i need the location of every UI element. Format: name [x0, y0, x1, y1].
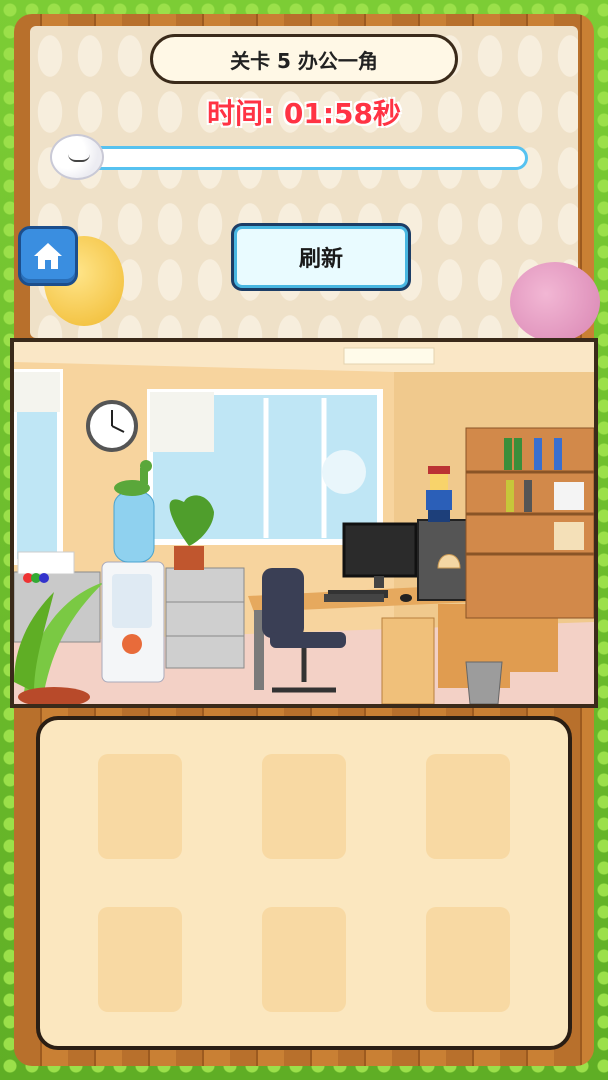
inventory-panel — [36, 716, 572, 1050]
inventory-grid — [98, 754, 510, 1012]
office-scene-art — [14, 342, 594, 704]
yarn-ball-purple — [510, 262, 600, 342]
inventory-slot-4[interactable] — [98, 907, 182, 1012]
sheep-icon — [50, 134, 104, 180]
level-title: 关卡 5 办公一角 — [150, 34, 458, 84]
inventory-slot-1[interactable] — [98, 754, 182, 859]
inventory-slot-2[interactable] — [262, 754, 346, 859]
refresh-button[interactable]: 刷新 — [234, 226, 408, 288]
inventory-slot-6[interactable] — [426, 907, 510, 1012]
office-scene[interactable] — [10, 338, 598, 708]
countdown-timer: 时间: 01:58秒 — [206, 97, 402, 130]
inventory-slot-5[interactable] — [262, 907, 346, 1012]
keyboard[interactable] — [324, 594, 384, 602]
progress-bar — [74, 146, 528, 170]
inventory-slot-3[interactable] — [426, 754, 510, 859]
wall-clock[interactable] — [86, 400, 138, 452]
trash-bin[interactable] — [465, 661, 503, 704]
home-icon — [34, 243, 62, 269]
home-button[interactable] — [18, 226, 78, 286]
bookshelf[interactable] — [465, 427, 594, 619]
mouse[interactable] — [400, 594, 412, 602]
